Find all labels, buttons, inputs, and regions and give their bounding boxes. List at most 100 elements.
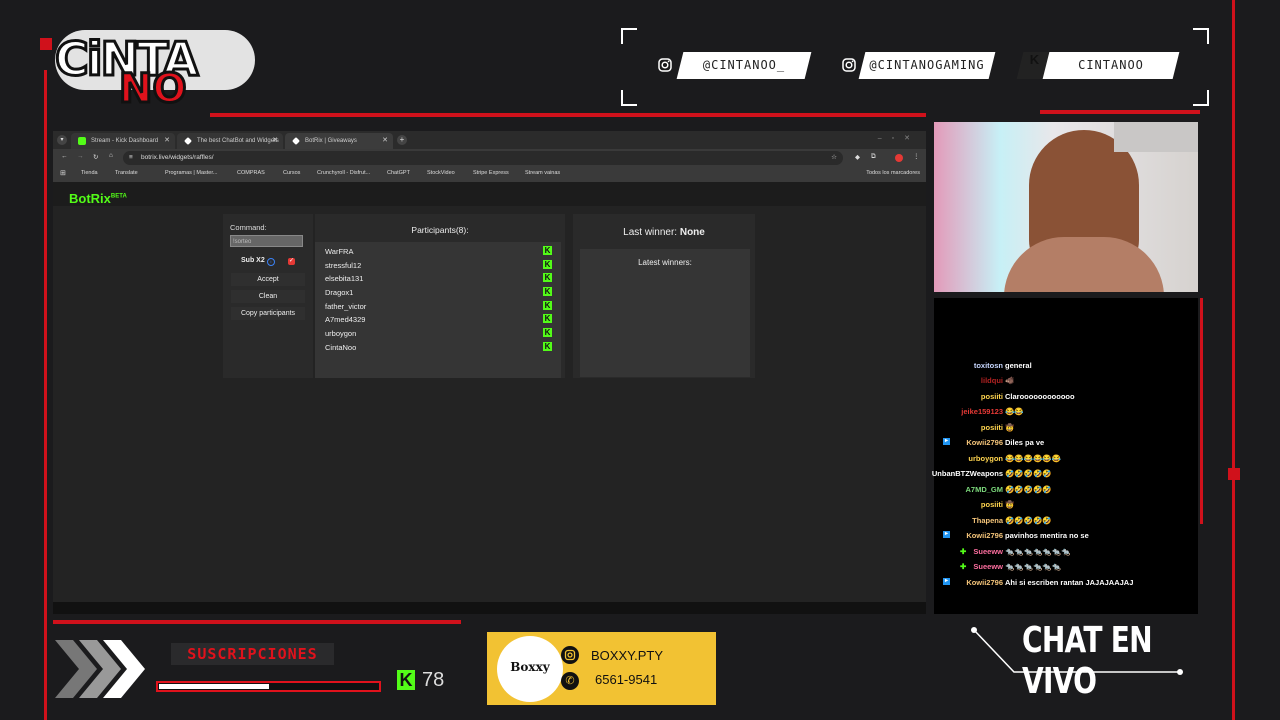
social-handle-1: @CINTANOO_: [702, 58, 786, 72]
tab-search-button[interactable]: ▾: [57, 135, 67, 145]
browser-window: ▾ Stream - Kick Dashboard ✕ The best Cha…: [53, 131, 926, 614]
tab-title: The best ChatBot and Widgets: [197, 138, 279, 144]
participant-name: WarFRA: [325, 247, 354, 256]
chat-username[interactable]: urboygon: [968, 454, 1003, 463]
home-icon[interactable]: ⌂: [109, 152, 113, 159]
clean-button[interactable]: Clean: [231, 290, 305, 303]
close-icon[interactable]: ✕: [382, 133, 388, 149]
chat-text: 🤠: [1005, 423, 1015, 432]
chat-text: Diles pa ve: [1005, 438, 1045, 447]
chat-username[interactable]: Kowii2796: [966, 531, 1003, 540]
chat-message: toxitosn general: [934, 361, 1198, 375]
apps-grid-icon[interactable]: ⊞: [60, 169, 66, 177]
new-tab-button[interactable]: +: [397, 135, 407, 145]
chat-text: 🐗: [1005, 376, 1015, 385]
close-icon[interactable]: ✕: [272, 133, 278, 149]
chat-message: ✚ Sueeww 🐀🐀🐀🐀🐀🐀: [934, 562, 1198, 576]
page-bottom-bar: [53, 602, 926, 614]
url-field[interactable]: ≡ botrix.live/widgets/raffles/ ☆: [123, 151, 843, 165]
last-winner-value: None: [679, 227, 705, 238]
bookmark-translate[interactable]: Translate: [115, 170, 138, 176]
brand-text: BotRix: [69, 191, 111, 206]
chat-text: pavinhos mentira no se: [1005, 531, 1089, 540]
bookmark-tienda[interactable]: Tienda: [81, 170, 98, 176]
chat-message: A7MD_GM 🤣🤣🤣🤣🤣: [934, 485, 1198, 499]
botrix-icon: [184, 137, 192, 145]
bookmark-crunchyroll[interactable]: Crunchyroll - Disfrut...: [317, 170, 370, 176]
bookmark-programas[interactable]: Programas | Master...: [165, 170, 217, 176]
chat-message: jeike159123 😂😂: [934, 407, 1198, 421]
botrix-icon: [292, 137, 300, 145]
window-controls: –▫✕: [878, 134, 920, 142]
tab-title: BotRix | Giveaways: [305, 138, 357, 144]
participant-name: CintaNoo: [325, 343, 357, 352]
kick-icon: K: [543, 342, 552, 351]
back-icon[interactable]: ←: [61, 153, 68, 160]
minimize-icon[interactable]: –: [878, 135, 892, 142]
chat-username[interactable]: posiiti: [981, 423, 1003, 432]
profile-avatar[interactable]: [895, 154, 903, 162]
extensions-puzzle-icon[interactable]: ⧉: [871, 153, 876, 161]
botrix-logo[interactable]: BotRixBETA: [69, 191, 127, 206]
info-icon[interactable]: i: [267, 258, 275, 266]
chat-text: general: [1005, 361, 1032, 370]
bookmark-star-icon[interactable]: ☆: [831, 153, 837, 161]
participant-name: stressful12: [325, 261, 362, 270]
chat-username[interactable]: toxitosn: [974, 361, 1003, 370]
chat-message: UnbanBTZWeapons 🤣🤣🤣🤣🤣: [932, 469, 1198, 483]
chat-username[interactable]: Sueeww: [973, 547, 1003, 556]
site-info-icon[interactable]: ≡: [129, 154, 133, 161]
command-input[interactable]: !sorteo: [230, 235, 303, 247]
bookmark-all[interactable]: Todos los marcadores: [866, 170, 920, 176]
chat-username[interactable]: UnbanBTZWeapons: [932, 469, 1003, 478]
chat-username[interactable]: posiiti: [981, 500, 1003, 509]
close-window-icon[interactable]: ✕: [904, 135, 920, 142]
sub-x2-checkbox[interactable]: ✓: [288, 258, 295, 265]
chat-text: 🤠: [1005, 500, 1015, 509]
social-handle-3: CINTANOO: [1078, 58, 1144, 72]
frame-corner-tr: [1193, 28, 1209, 44]
frame-line-chat: [1200, 298, 1203, 524]
chat-username[interactable]: Kowii2796: [966, 578, 1003, 587]
bookmark-compras[interactable]: COMPRAS: [237, 170, 265, 176]
close-icon[interactable]: ✕: [164, 133, 170, 149]
tab-botrix-giveaways[interactable]: BotRix | Giveaways ✕: [285, 133, 393, 149]
chat-username[interactable]: posiiti: [981, 392, 1003, 401]
frame-line-top: [210, 113, 926, 117]
phone-icon: ✆: [561, 672, 579, 690]
badge-icon: ▸: [943, 438, 950, 445]
latest-winners-box: Latest winners:: [580, 249, 750, 377]
maximize-icon[interactable]: ▫: [892, 135, 904, 142]
accept-button[interactable]: Accept: [231, 273, 305, 286]
bookmark-stockvideo[interactable]: StockVideo: [427, 170, 455, 176]
channel-logo: CiNTA NO: [53, 22, 260, 117]
participant-name: father_victor: [325, 302, 367, 311]
bookmark-stripe[interactable]: Stripe Express: [473, 170, 509, 176]
bookmark-chatgpt[interactable]: ChatGPT: [387, 170, 410, 176]
frame-line-left: [44, 70, 47, 720]
badge-icon: ▸: [943, 578, 950, 585]
chat-text: 😂😂😂😂😂😂: [1005, 454, 1062, 463]
tab-botrix-home[interactable]: The best ChatBot and Widgets ✕: [177, 133, 283, 149]
copy-participants-button[interactable]: Copy participants: [231, 307, 305, 320]
chat-username[interactable]: A7MD_GM: [965, 485, 1003, 494]
extension-icon[interactable]: ◆: [855, 153, 860, 161]
reload-icon[interactable]: ↻: [93, 153, 98, 161]
chat-username[interactable]: jeike159123: [961, 407, 1003, 416]
tab-kick-dashboard[interactable]: Stream - Kick Dashboard ✕: [71, 133, 175, 149]
chat-text: 🐀🐀🐀🐀🐀🐀🐀: [1005, 547, 1071, 556]
forward-icon[interactable]: →: [77, 153, 84, 160]
subscriptions-label: SUSCRIPCIONES: [171, 643, 334, 665]
chat-username[interactable]: Thapena: [972, 516, 1003, 525]
chat-username[interactable]: Kowii2796: [966, 438, 1003, 447]
sponsor-handle: BOXXY.PTY: [591, 648, 664, 663]
kick-icon: K: [543, 314, 552, 323]
botrix-page: BotRixBETA Command: !sorteo Sub X2 i ✓ A…: [53, 182, 926, 614]
chat-username[interactable]: lildqui: [981, 376, 1003, 385]
menu-kebab-icon[interactable]: ⋮: [913, 152, 920, 160]
frame-line-bottom: [53, 620, 461, 624]
chat-username[interactable]: Sueeww: [973, 562, 1003, 571]
bookmark-cursos[interactable]: Cursos: [283, 170, 300, 176]
bookmark-stream-vainas[interactable]: Stream vainas: [525, 170, 560, 176]
logo-text-bottom: NO: [117, 65, 188, 114]
